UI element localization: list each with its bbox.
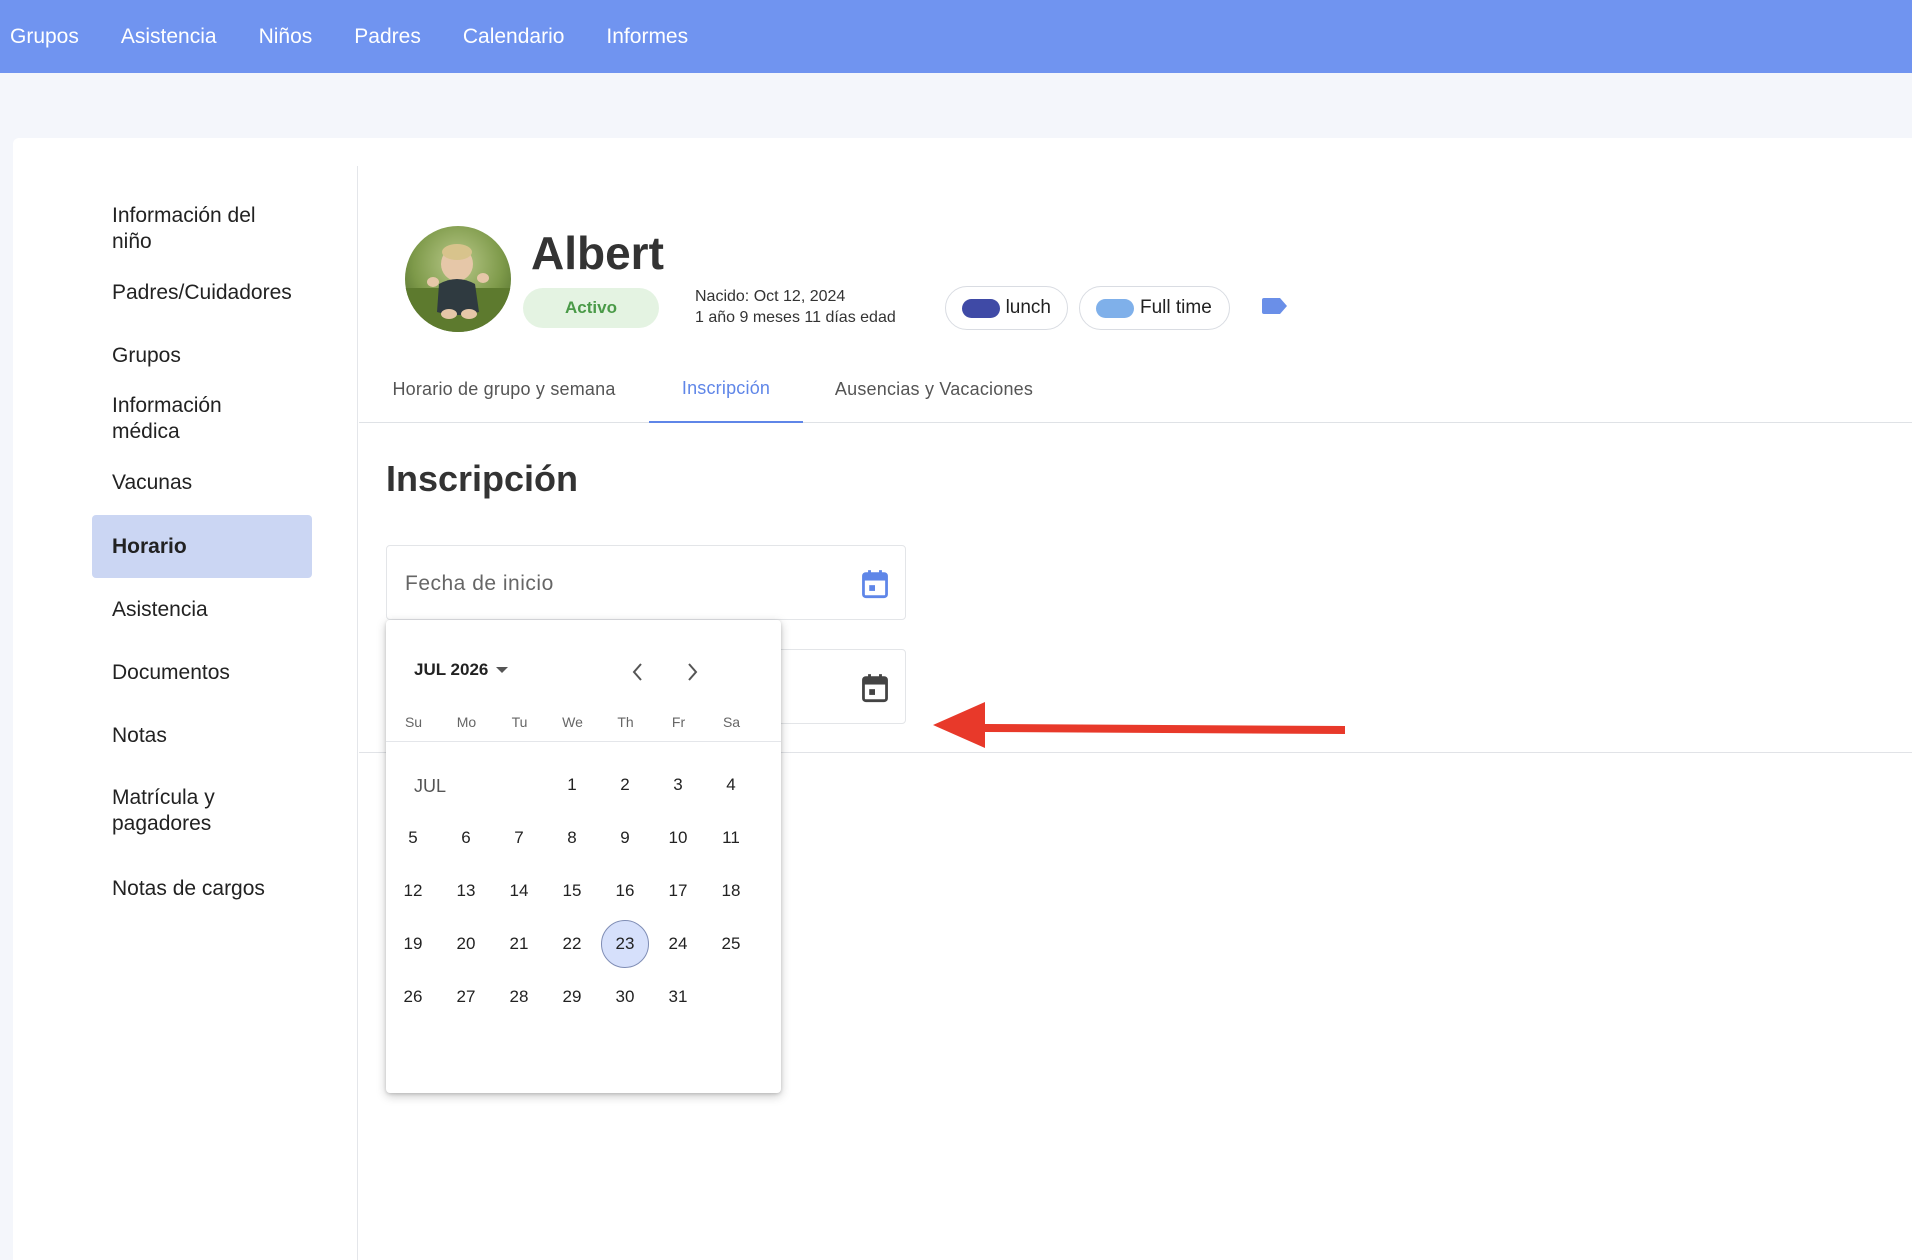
calendar-day[interactable]: 24 [654,920,702,968]
calendar-day[interactable]: 20 [442,920,490,968]
status-badge: Activo [523,288,659,328]
calendar-day[interactable]: 28 [495,973,543,1021]
calendar-day[interactable]: 21 [495,920,543,968]
nav-children[interactable]: Niños [259,25,313,49]
calendar-day[interactable]: 19 [389,920,437,968]
calendar-day[interactable]: 6 [442,814,490,862]
month-year-selector[interactable]: JUL 2026 [414,660,509,680]
sidebar-item-schedule[interactable]: Horario [92,515,312,578]
calendar-day[interactable]: 3 [654,761,702,809]
weekday-fr: Fr [671,714,686,730]
tag-chip-lunch[interactable]: lunch [945,286,1068,330]
weekday-th: Th [617,714,634,730]
calendar-day[interactable]: 29 [548,973,596,1021]
nav-reports[interactable]: Informes [606,25,688,49]
caret-down-icon [496,667,509,673]
calendar-day[interactable]: 17 [654,867,702,915]
tag-label: lunch [1005,297,1051,318]
sidebar-item-documents[interactable]: Documentos [92,647,312,699]
sidebar-item-medical[interactable]: Información médica [92,393,312,445]
start-date-input[interactable] [405,546,845,621]
calendar-day[interactable]: 22 [548,920,596,968]
tag-label: Full time [1140,297,1212,318]
weekday-we: We [562,714,583,730]
calendar-day[interactable]: 14 [495,867,543,915]
calendar-day[interactable]: 9 [601,814,649,862]
sidebar: Información del niño Padres/Cuidadores G… [13,166,358,1260]
nav-groups[interactable]: Grupos [10,25,79,49]
calendar-day[interactable]: 12 [389,867,437,915]
tab-absences-vacations[interactable]: Ausencias y Vacaciones [803,356,1065,423]
calendar-day[interactable]: 15 [548,867,596,915]
calendar-day[interactable]: 5 [389,814,437,862]
calendar-day[interactable]: 7 [495,814,543,862]
top-nav: Grupos Asistencia Niños Padres Calendari… [0,0,1912,73]
calendar-day[interactable]: 1 [548,761,596,809]
calendar-day[interactable]: 8 [548,814,596,862]
month-year-label: JUL 2026 [414,660,489,679]
calendar-day[interactable]: 26 [389,973,437,1021]
calendar-month-label: JUL [414,776,447,796]
weekday-tu: Tu [511,714,528,730]
calendar-day[interactable]: 2 [601,761,649,809]
start-date-field [386,545,906,621]
birth-date: Nacido: Oct 12, 2024 [695,288,846,305]
tab-group-week-schedule[interactable]: Horario de grupo y semana [359,356,649,423]
tag-color-swatch [1096,298,1134,318]
nav-parents[interactable]: Padres [354,25,421,49]
next-month-icon[interactable] [678,658,706,686]
sidebar-item-groups[interactable]: Grupos [92,330,312,382]
tag-color-swatch [962,298,1000,318]
weekday-su: Su [404,714,423,730]
calendar-day[interactable]: 16 [601,867,649,915]
avatar [405,226,511,332]
sidebar-item-notes[interactable]: Notas [92,710,312,762]
calendar-day[interactable]: 13 [442,867,490,915]
prev-month-icon[interactable] [624,658,652,686]
weekday-header: Su Mo Tu We Th Fr Sa [386,714,781,742]
weekday-sa: Sa [722,714,741,730]
red-arrow-annotation [933,702,1345,748]
sidebar-item-vaccines[interactable]: Vacunas [92,457,312,509]
sidebar-item-child-info[interactable]: Información del niño [92,203,312,255]
nav-calendar[interactable]: Calendario [463,25,565,49]
nav-attendance[interactable]: Asistencia [121,25,217,49]
sidebar-item-charge-notes[interactable]: Notas de cargos [92,863,312,915]
calendar-day[interactable]: 27 [442,973,490,1021]
section-title: Inscripción [386,458,579,499]
date-picker-popup: JUL 2026 Su Mo Tu We Th Fr Sa JUL 1 2 3 4 5 6 7 8 9 10 1… [386,620,781,1093]
calendar-day[interactable]: 10 [654,814,702,862]
child-name: Albert [531,227,664,279]
calendar-day[interactable]: 31 [654,973,702,1021]
sidebar-item-tuition-payers[interactable]: Matrícula y pagadores [92,781,292,841]
tag-chip-full-time[interactable]: Full time [1079,286,1230,330]
weekday-mo: Mo [456,714,477,730]
calendar-day[interactable]: 4 [707,761,755,809]
sidebar-item-parents[interactable]: Padres/Cuidadores [92,267,312,319]
tab-enrollment[interactable]: Inscripción [649,356,803,423]
calendar-icon[interactable] [861,673,889,703]
calendar-icon[interactable] [861,569,889,599]
calendar-day-selected[interactable]: 23 [601,920,649,968]
tab-bar: Horario de grupo y semana Inscripción Au… [359,356,1912,423]
birth-info: Nacido: Oct 12, 2024 1 año 9 meses 11 dí… [695,286,896,328]
calendar-day[interactable]: 11 [707,814,755,862]
calendar-day[interactable]: 25 [707,920,755,968]
child-profile-card: Información del niño Padres/Cuidadores G… [13,138,1912,1260]
add-tag-icon[interactable] [1261,296,1289,316]
calendar-day[interactable]: 18 [707,867,755,915]
sidebar-item-attendance[interactable]: Asistencia [92,584,312,636]
age-text: 1 año 9 meses 11 días edad [695,309,896,326]
calendar-day[interactable]: 30 [601,973,649,1021]
